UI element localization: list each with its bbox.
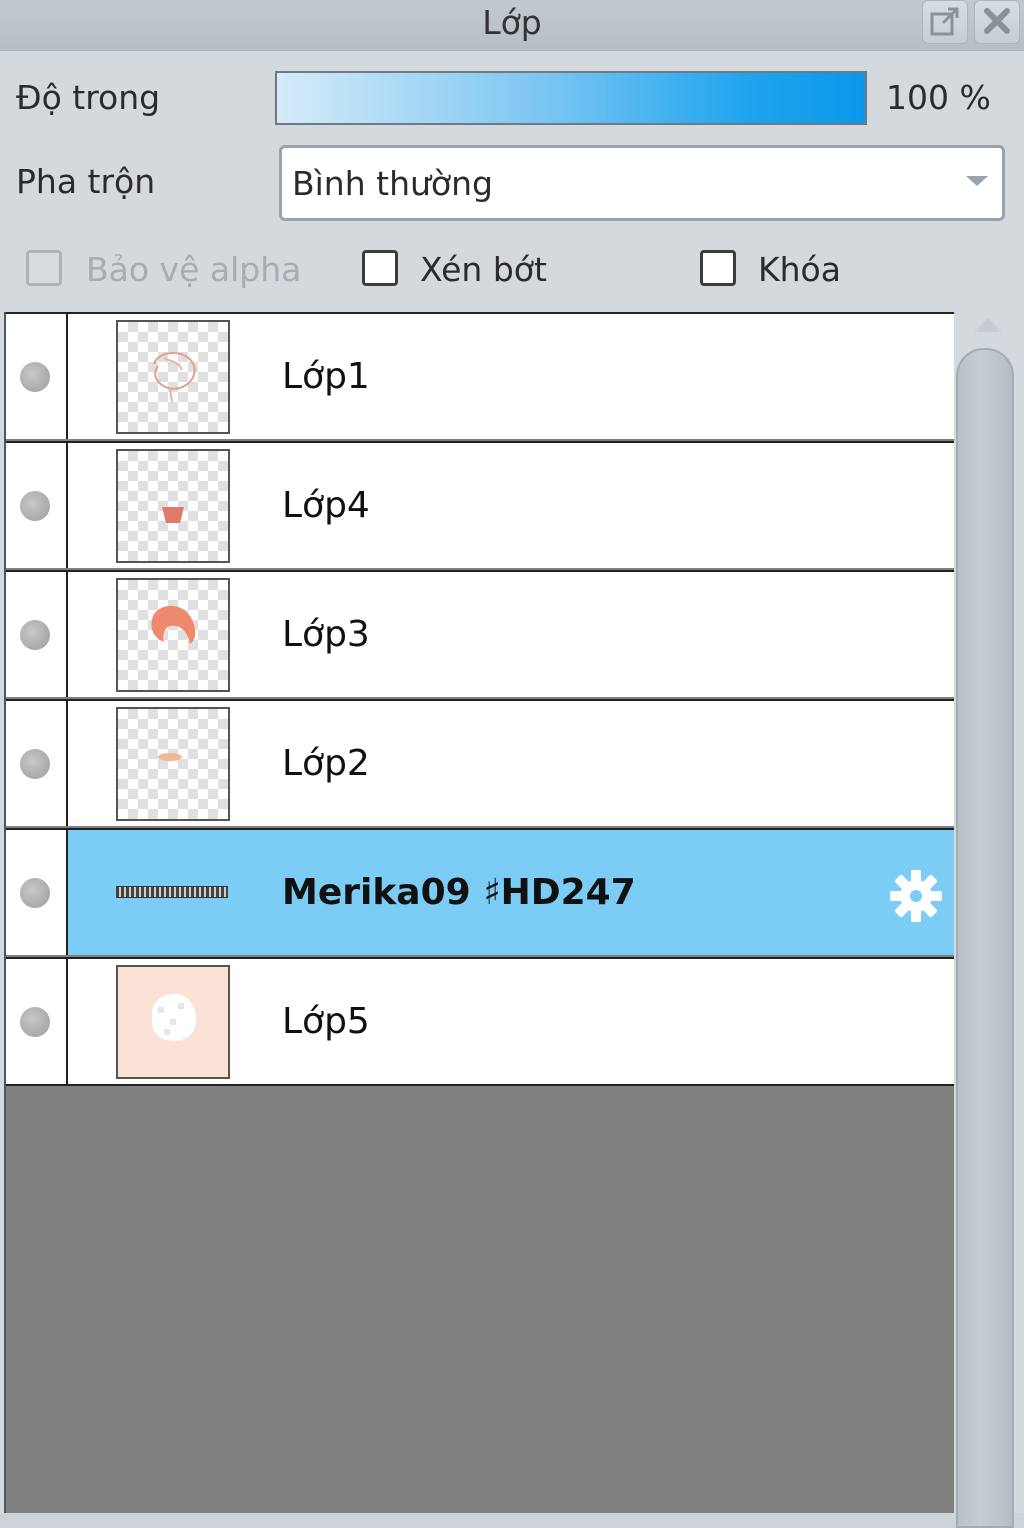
layer-row[interactable]: Lớp5 [6,957,954,1086]
blend-mode-select[interactable]: Bình thường [279,145,1005,221]
gear-icon[interactable] [886,866,946,926]
visibility-dot-icon [20,491,50,521]
layer-content[interactable]: Lớp1 [68,314,954,439]
close-button[interactable] [974,0,1020,44]
protect-alpha-label: Bảo vệ alpha [86,250,302,289]
layer-content[interactable]: Lớp2 [68,701,954,826]
visibility-dot-icon [20,620,50,650]
layer-thumbnail [116,320,230,434]
visibility-toggle[interactable] [6,830,68,955]
layer-row[interactable]: Lớp4 [6,441,954,568]
visibility-toggle[interactable] [6,443,68,568]
layer-thumbnail [116,965,230,1079]
clipping-label: Xén bớt [420,250,547,289]
opacity-slider[interactable] [275,71,867,125]
visibility-toggle[interactable] [6,959,68,1084]
layer-name: Lớp1 [282,356,370,397]
scroll-up-arrow-icon[interactable] [974,318,1002,332]
clipping-checkbox[interactable] [362,250,398,286]
layer-scrollbar[interactable] [954,312,1024,1528]
visibility-dot-icon [20,362,50,392]
popout-icon [930,7,959,36]
visibility-toggle[interactable] [6,701,68,826]
layer-panel: Lớp Độ trong 100 % Pha trộn Bình thường … [0,0,1024,1528]
panel-title: Lớp [482,3,542,42]
layer-name: Lớp3 [282,614,370,655]
visibility-dot-icon [20,1007,50,1037]
opacity-value: 100 % [886,78,991,117]
popout-button[interactable] [922,0,968,44]
protect-alpha-checkbox[interactable] [26,250,62,286]
blend-mode-value: Bình thường [292,164,493,203]
visibility-toggle[interactable] [6,572,68,697]
layer-thumbnail [116,578,230,692]
lock-checkbox[interactable] [700,250,736,286]
visibility-dot-icon [20,878,50,908]
layer-content[interactable]: Lớp5 [68,959,954,1084]
layer-name: Lớp5 [282,1001,370,1042]
layer-list[interactable]: Lớp1 Lớp4 Lớp3 Lớp2 Merika09 ♯HD247 Lớp5 [4,312,954,1513]
scrollbar-thumb[interactable] [956,348,1014,1528]
visibility-toggle[interactable] [6,314,68,439]
chevron-down-icon [966,176,988,186]
layer-thumbnail [116,449,230,563]
folder-thumbnail [116,886,228,898]
layer-row[interactable]: Lớp3 [6,570,954,697]
layer-name: Merika09 ♯HD247 [282,872,636,913]
layer-content[interactable]: Lớp4 [68,443,954,568]
layer-content[interactable]: Merika09 ♯HD247 [68,830,954,955]
close-icon [984,8,1010,34]
layer-content[interactable]: Lớp3 [68,572,954,697]
layer-thumbnail [116,707,230,821]
layer-row[interactable]: Lớp2 [6,699,954,826]
layer-name: Lớp2 [282,743,370,784]
layer-row[interactable]: Lớp1 [6,312,954,439]
opacity-label: Độ trong [16,78,161,117]
lock-label: Khóa [758,250,841,289]
visibility-dot-icon [20,749,50,779]
title-bar[interactable]: Lớp [0,0,1024,51]
layer-name: Lớp4 [282,485,370,526]
layer-row-selected[interactable]: Merika09 ♯HD247 [6,828,954,955]
blend-label: Pha trộn [16,162,156,201]
